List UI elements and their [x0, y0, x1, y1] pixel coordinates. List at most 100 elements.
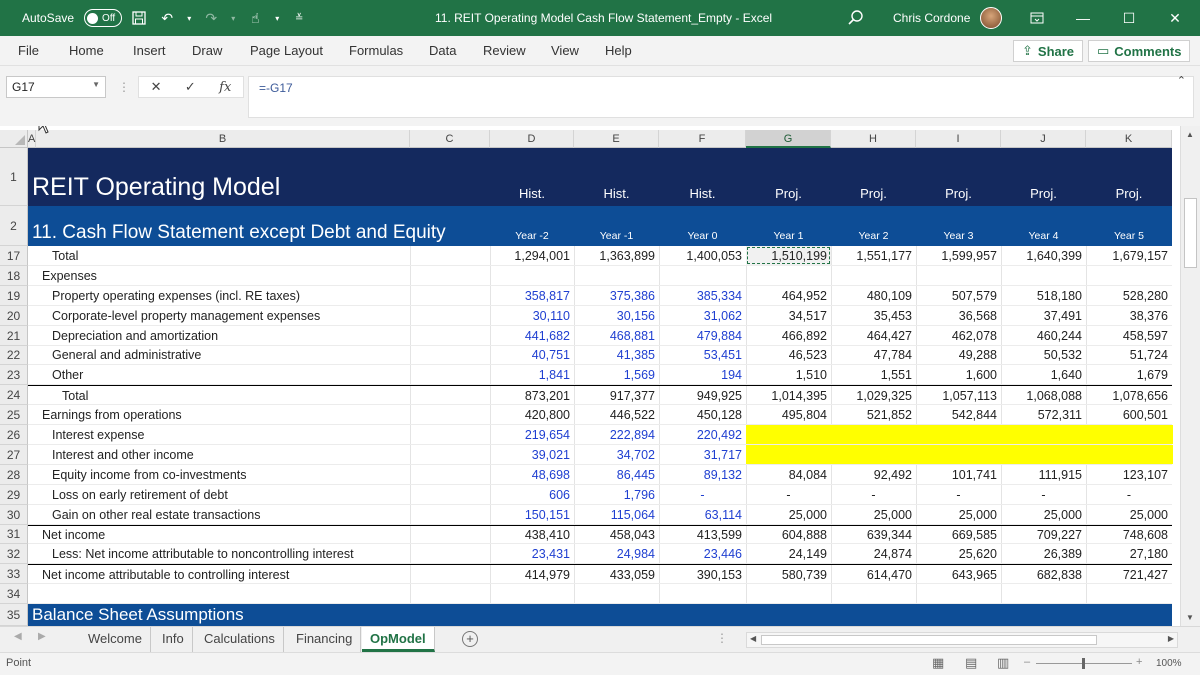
row-label[interactable]: Total	[62, 386, 88, 404]
cell-f33[interactable]: 390,153	[659, 565, 746, 583]
cell-i30[interactable]: 25,000	[916, 505, 1001, 524]
sheet-tab-info[interactable]: Info	[154, 627, 193, 652]
cell-h31[interactable]: 639,344	[831, 526, 916, 543]
search-icon[interactable]	[846, 8, 866, 28]
cell-h19[interactable]: 480,109	[831, 286, 916, 305]
cell-j26[interactable]	[1001, 425, 1087, 444]
cell-e24[interactable]: 917,377	[574, 386, 659, 404]
cell-f34[interactable]	[659, 584, 746, 603]
cell-j27[interactable]	[1001, 445, 1087, 464]
share-button[interactable]: ⇪ Share	[1013, 40, 1084, 62]
name-box[interactable]: G17 ▼	[6, 76, 106, 98]
cell-k25[interactable]: 600,501	[1086, 405, 1172, 424]
row-header-2[interactable]: 2	[0, 206, 28, 246]
row-label[interactable]: Gain on other real estate transactions	[52, 505, 260, 524]
cell-d33[interactable]: 414,979	[490, 565, 574, 583]
minimize-icon[interactable]: ―	[1060, 0, 1106, 36]
cell-d18[interactable]	[490, 266, 574, 285]
tab-draw[interactable]: Draw	[192, 36, 222, 66]
cancel-icon[interactable]: ✕	[151, 79, 162, 95]
tab-review[interactable]: Review	[483, 36, 526, 66]
cell-e20[interactable]: 30,156	[574, 306, 659, 325]
new-sheet-icon[interactable]: +	[462, 631, 478, 647]
insert-function-icon[interactable]: fx	[219, 80, 231, 95]
cell-d21[interactable]: 441,682	[490, 326, 574, 345]
row-label[interactable]: Interest and other income	[52, 445, 194, 464]
tab-data[interactable]: Data	[429, 36, 456, 66]
vertical-scroll-thumb[interactable]	[1184, 198, 1197, 268]
row-header-1[interactable]: 1	[0, 148, 28, 206]
cell-h28[interactable]: 92,492	[831, 465, 916, 484]
cell-f18[interactable]	[659, 266, 746, 285]
cell-f22[interactable]: 53,451	[659, 346, 746, 364]
cell-f32[interactable]: 23,446	[659, 544, 746, 563]
cell-h21[interactable]: 464,427	[831, 326, 916, 345]
row-header-22[interactable]: 22	[0, 346, 28, 365]
cell-k20[interactable]: 38,376	[1086, 306, 1172, 325]
cell-g33[interactable]: 580,739	[746, 565, 831, 583]
cell-k17[interactable]: 1,679,157	[1086, 246, 1172, 265]
column-header-k[interactable]: K	[1086, 130, 1172, 148]
cell-k30[interactable]: 25,000	[1086, 505, 1172, 524]
cell-d32[interactable]: 23,431	[490, 544, 574, 563]
cell-i32[interactable]: 25,620	[916, 544, 1001, 563]
cell-j25[interactable]: 572,311	[1001, 405, 1086, 424]
undo-dropdown-icon[interactable]: ▾	[184, 7, 194, 29]
user-name[interactable]: Chris Cordone	[893, 0, 970, 36]
sheet-tab-opmodel[interactable]: OpModel	[362, 627, 435, 652]
sheet-tab-calculations[interactable]: Calculations	[196, 627, 284, 652]
redo-icon[interactable]: ↷	[200, 7, 222, 29]
cell-d30[interactable]: 150,151	[490, 505, 574, 524]
cell-i25[interactable]: 542,844	[916, 405, 1001, 424]
formula-bar-grip-icon[interactable]: ⋮	[118, 80, 130, 94]
cell-g22[interactable]: 46,523	[746, 346, 831, 364]
cell-k32[interactable]: 27,180	[1086, 544, 1172, 563]
cell-g31[interactable]: 604,888	[746, 526, 831, 543]
cell-j30[interactable]: 25,000	[1001, 505, 1086, 524]
cell-i31[interactable]: 669,585	[916, 526, 1001, 543]
cell-i19[interactable]: 507,579	[916, 286, 1001, 305]
row-label[interactable]: Loss on early retirement of debt	[52, 485, 228, 504]
row-header-32[interactable]: 32	[0, 544, 28, 564]
row-header-34[interactable]: 34	[0, 584, 28, 604]
row-label[interactable]: Equity income from co-investments	[52, 465, 247, 484]
cell-i29[interactable]: -	[916, 485, 1001, 504]
cell-k34[interactable]	[1086, 584, 1172, 603]
column-header-e[interactable]: E	[574, 130, 659, 148]
formula-input[interactable]: =-G17	[248, 76, 1194, 118]
cell-g34[interactable]	[746, 584, 831, 603]
cell-f17[interactable]: 1,400,053	[659, 246, 746, 265]
comments-button[interactable]: ▭ Comments	[1088, 40, 1191, 62]
tab-splitter-icon[interactable]: ⋮	[716, 631, 728, 645]
horizontal-scroll-thumb[interactable]	[761, 635, 1097, 645]
scroll-left-icon[interactable]: ◀	[750, 634, 756, 643]
tab-scroll-left-icon[interactable]: ◀	[14, 631, 22, 642]
cell-g18[interactable]	[746, 266, 831, 285]
tab-scroll-right-icon[interactable]: ▶	[38, 631, 46, 642]
row-header-24[interactable]: 24	[0, 385, 28, 405]
cell-d29[interactable]: 606	[490, 485, 574, 504]
cell-j20[interactable]: 37,491	[1001, 306, 1086, 325]
tab-formulas[interactable]: Formulas	[349, 36, 403, 66]
cell-h18[interactable]	[831, 266, 916, 285]
user-avatar[interactable]	[980, 7, 1002, 29]
cell-j29[interactable]: -	[1001, 485, 1086, 504]
cell-j23[interactable]: 1,640	[1001, 365, 1086, 384]
cell-f25[interactable]: 450,128	[659, 405, 746, 424]
cell-d34[interactable]	[490, 584, 574, 603]
column-header-d[interactable]: D	[490, 130, 574, 148]
sheet-tab-welcome[interactable]: Welcome	[80, 627, 151, 652]
cell-d24[interactable]: 873,201	[490, 386, 574, 404]
normal-view-icon[interactable]: ▦	[932, 655, 944, 671]
cell-d31[interactable]: 438,410	[490, 526, 574, 543]
cell-j18[interactable]	[1001, 266, 1086, 285]
close-icon[interactable]: ✕	[1152, 0, 1198, 36]
cell-e18[interactable]	[574, 266, 659, 285]
cell-e34[interactable]	[574, 584, 659, 603]
row-label[interactable]: Net income attributable to controlling i…	[42, 565, 289, 583]
customize-qat-icon[interactable]: ≚	[288, 7, 310, 29]
row-label[interactable]: Expenses	[42, 266, 97, 285]
cell-h33[interactable]: 614,470	[831, 565, 916, 583]
cell-e26[interactable]: 222,894	[574, 425, 659, 444]
cell-k29[interactable]: -	[1086, 485, 1172, 504]
